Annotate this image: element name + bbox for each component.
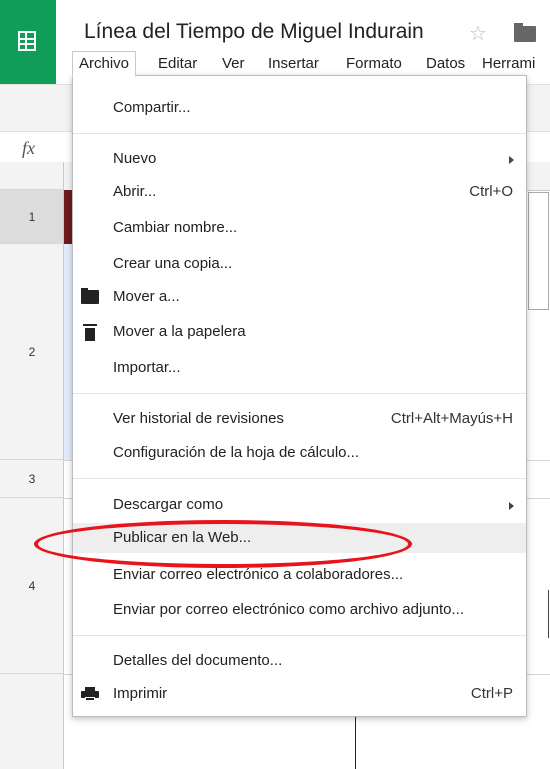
menu-item-label: Imprimir <box>113 685 168 702</box>
corner-cell[interactable] <box>0 162 64 190</box>
menu-item-descargar[interactable]: Descargar como <box>73 490 526 520</box>
trash-icon <box>83 324 97 341</box>
menu-item-shortcut: Ctrl+O <box>469 183 513 200</box>
highlight-ellipse-annotation <box>34 520 412 568</box>
menu-item-abrir[interactable]: Abrir... Ctrl+O <box>73 177 526 207</box>
document-title[interactable]: Línea del Tiempo de Miguel Indurain <box>84 20 424 44</box>
menu-item-label: Crear una copia... <box>113 255 233 272</box>
menu-item-label: Detalles del documento... <box>113 652 283 669</box>
menu-item-label: Importar... <box>113 359 181 376</box>
menu-archivo[interactable]: Archivo <box>72 51 137 77</box>
menu-item-historial[interactable]: Ver historial de revisiones Ctrl+Alt+May… <box>73 404 526 434</box>
menu-item-label: Abrir... <box>113 183 157 200</box>
menu-item-compartir[interactable]: Compartir... <box>73 93 526 123</box>
menu-separator <box>73 478 526 479</box>
menu-herramientas[interactable]: Herrami <box>476 52 541 76</box>
row-number: 2 <box>28 344 36 359</box>
menu-item-label: Ver historial de revisiones <box>113 410 284 427</box>
menu-item-label: Nuevo <box>113 150 157 167</box>
row-header-1[interactable]: 1 <box>0 190 64 244</box>
menu-item-configuracion[interactable]: Configuración de la hoja de cálculo... <box>73 438 526 468</box>
menu-item-label: Cambiar nombre... <box>113 219 238 236</box>
menu-item-mover-a[interactable]: Mover a... <box>73 282 526 312</box>
menu-item-label: Descargar como <box>113 496 224 513</box>
menu-item-mover-papelera[interactable]: Mover a la papelera <box>73 317 526 347</box>
menu-item-label: Configuración de la hoja de cálculo... <box>113 444 359 461</box>
submenu-arrow-icon <box>509 156 514 164</box>
cell-a1[interactable] <box>64 190 72 244</box>
formula-icon: fx <box>22 138 35 158</box>
printer-icon <box>81 687 99 701</box>
menu-item-importar[interactable]: Importar... <box>73 353 526 383</box>
menu-item-nuevo[interactable]: Nuevo <box>73 144 526 174</box>
menu-editar[interactable]: Editar <box>152 52 203 76</box>
menu-item-enviar-adjunto[interactable]: Enviar por correo electrónico como archi… <box>73 595 526 625</box>
menu-item-shortcut: Ctrl+Alt+Mayús+H <box>390 410 513 427</box>
folder-icon <box>81 288 99 304</box>
row-number: 1 <box>28 209 36 224</box>
folder-icon[interactable] <box>514 23 536 42</box>
menu-formato[interactable]: Formato <box>340 52 408 76</box>
row-header-2[interactable]: 2 <box>0 244 64 460</box>
row-header-3[interactable]: 3 <box>0 460 64 498</box>
menu-separator <box>73 133 526 134</box>
menu-item-crear-copia[interactable]: Crear una copia... <box>73 249 526 279</box>
spreadsheet-icon <box>18 31 36 51</box>
menu-item-cambiar-nombre[interactable]: Cambiar nombre... <box>73 213 526 243</box>
sheets-logo[interactable] <box>0 0 56 84</box>
column-divider <box>548 590 549 638</box>
menu-datos[interactable]: Datos <box>420 52 471 76</box>
file-menu: Compartir... Nuevo Abrir... Ctrl+O Cambi… <box>72 75 527 717</box>
menu-separator <box>73 393 526 394</box>
row-number: 3 <box>28 471 36 486</box>
menu-item-label: Compartir... <box>113 99 191 116</box>
menu-ver[interactable]: Ver <box>216 52 251 76</box>
menu-item-shortcut: Ctrl+P <box>470 685 513 702</box>
menu-item-label: Mover a... <box>113 288 180 305</box>
submenu-arrow-icon <box>509 502 514 510</box>
star-icon[interactable]: ☆ <box>469 21 487 46</box>
row-number: 4 <box>28 578 36 593</box>
menu-item-detalles[interactable]: Detalles del documento... <box>73 646 526 676</box>
menu-item-imprimir[interactable]: Imprimir Ctrl+P <box>73 679 526 709</box>
row-header-4[interactable]: 4 <box>0 498 64 674</box>
menu-item-label: Enviar por correo electrónico como archi… <box>113 601 465 618</box>
menu-item-label: Mover a la papelera <box>113 323 246 340</box>
menu-insertar[interactable]: Insertar <box>262 52 325 76</box>
menu-separator <box>73 635 526 636</box>
cell-note[interactable] <box>528 192 549 310</box>
row-header-5[interactable] <box>0 674 64 769</box>
